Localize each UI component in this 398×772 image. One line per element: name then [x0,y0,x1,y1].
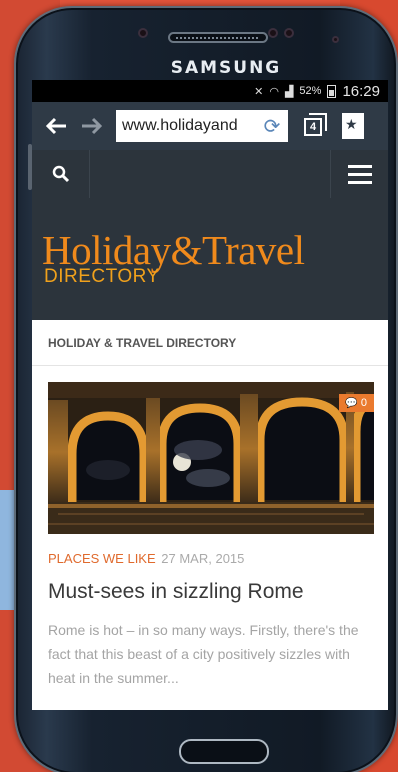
url-text: www.holidayand [122,117,238,134]
post-meta: PLACES WE LIKE 27 MAR, 2015 [48,551,374,566]
comment-count: 0 [360,397,367,409]
background-shape [0,490,14,610]
battery-percent: 52% [299,85,322,97]
tab-count: 4 [304,118,322,136]
arrow-right-icon [82,117,103,135]
search-icon [52,165,69,183]
signal-icon: ▟ [284,85,294,98]
front-camera [284,28,294,38]
post-card: 💬 0 PLACES WE LIKE 27 MAR, 2015 Must-see… [32,366,388,690]
brand-label: SAMSUNG [170,58,282,78]
site-logo-subtitle: DIRECTORY [44,266,160,287]
mute-icon: ✕ [254,85,264,98]
browser-toolbar: www.holidayand ⟳ 4 [32,102,388,150]
home-button[interactable] [179,739,269,764]
battery-icon [327,84,337,98]
reload-icon[interactable]: ⟳ [260,114,284,138]
wifi-icon: ◠ [269,85,279,98]
search-button[interactable] [32,150,90,198]
status-bar: ✕ ◠ ▟ 52% 16:29 [32,80,388,102]
forward-button[interactable] [74,108,110,144]
main-content: HOLIDAY & TRAVEL DIRECTORY 💬 0 PLACES WE… [32,320,388,690]
post-excerpt: Rome is hot – in so many ways. Firstly, … [48,622,359,686]
arrow-left-icon [45,117,66,135]
post-date: 27 MAR, 2015 [161,551,245,566]
post-category[interactable]: PLACES WE LIKE [48,551,156,566]
screen: ✕ ◠ ▟ 52% 16:29 www.holidayand ⟳ 4 ★ Hol… [32,80,388,710]
tabs-button[interactable]: 4 [302,112,330,140]
site-header: Holiday&Travel DIRECTORY [32,198,388,320]
sensor [268,28,278,38]
comment-icon: 💬 [345,397,358,409]
site-navbar [32,150,388,198]
address-bar[interactable]: www.holidayand ⟳ [116,110,288,142]
menu-icon [347,164,372,168]
clock: 16:29 [342,82,380,100]
earpiece [168,32,268,43]
section-title: HOLIDAY & TRAVEL DIRECTORY [32,320,388,366]
comment-badge[interactable]: 💬 0 [339,394,374,412]
post-image[interactable]: 💬 0 [48,382,374,534]
menu-button[interactable] [330,150,388,198]
back-button[interactable] [38,108,74,144]
bookmark-icon[interactable] [342,113,364,139]
sensor [138,28,148,38]
post-title[interactable]: Must-sees in sizzling Rome [48,580,374,604]
colosseum-image [48,382,374,534]
sensor [332,36,339,43]
